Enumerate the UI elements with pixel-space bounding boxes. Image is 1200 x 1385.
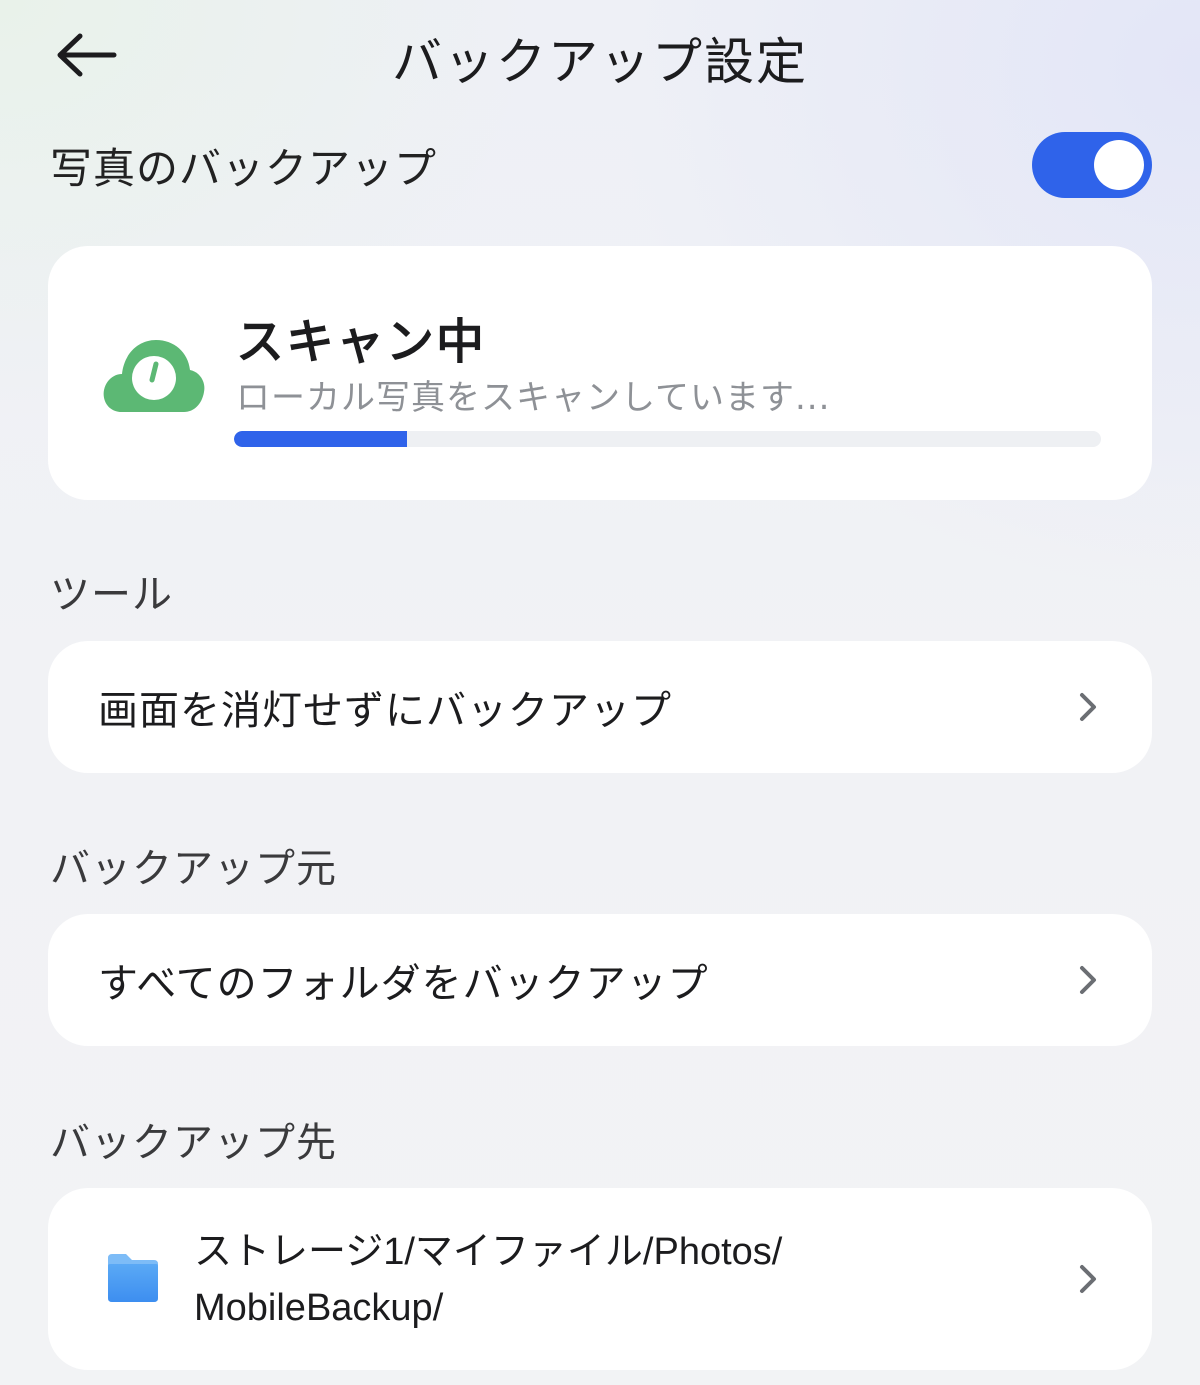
destination-path: ストレージ1/マイファイル/Photos/ MobileBackup/ [194,1224,954,1336]
destination-path-line-2: MobileBackup/ [194,1287,444,1329]
scan-progress-fill [234,431,408,447]
chevron-right-icon [1080,693,1096,721]
page-title: バックアップ設定 [392,33,808,91]
chevron-right-icon [1080,1265,1096,1293]
destination-path-line-1: ストレージ1/マイファイル/Photos/ [194,1231,783,1273]
scan-status-subtitle: ローカル写真をスキャンしています... [236,378,831,418]
backup-destination-row[interactable]: ストレージ1/マイファイル/Photos/ MobileBackup/ [48,1188,1152,1370]
photo-backup-row: 写真のバックアップ [50,130,1152,200]
source-section-label: バックアップ元 [50,846,337,892]
scan-status-title: スキャン中 [236,314,487,370]
keep-screen-on-backup-row[interactable]: 画面を消灯せずにバックアップ [48,641,1152,773]
photo-backup-toggle[interactable] [1032,132,1152,198]
top-app-bar: バックアップ設定 [0,0,1200,110]
photo-backup-label: 写真のバックアップ [50,143,438,193]
keep-screen-on-backup-label: 画面を消灯せずにバックアップ [98,688,672,734]
scan-progress-bar [234,431,1101,447]
backup-all-folders-row[interactable]: すべてのフォルダをバックアップ [48,914,1152,1046]
cloud-gauge-icon [103,340,205,412]
folder-icon [108,1254,158,1302]
backup-all-folders-label: すべてのフォルダをバックアップ [98,961,709,1007]
toggle-knob [1094,140,1144,190]
chevron-right-icon [1080,966,1096,994]
destination-section-label: バックアップ先 [50,1120,337,1166]
tools-section-label: ツール [50,572,173,618]
